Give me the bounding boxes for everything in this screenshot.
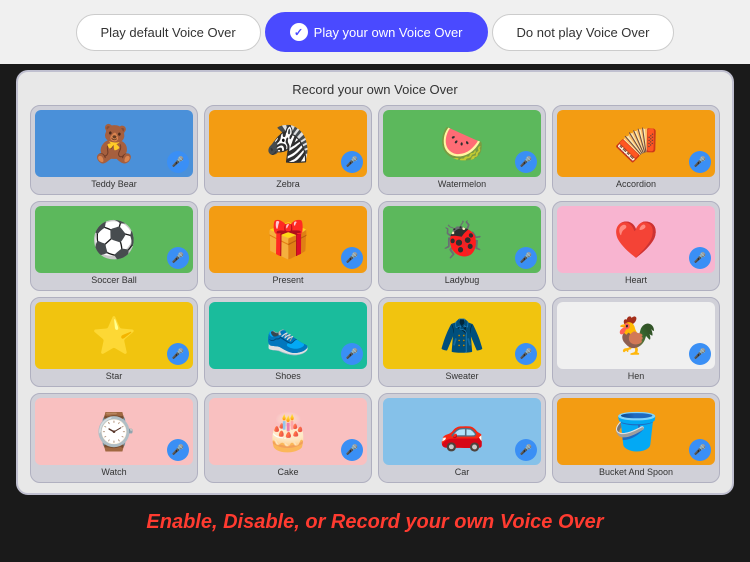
card-image-zebra: 🦓 [209,110,367,177]
mic-button-shoes[interactable] [341,343,363,365]
card-sweater: 🧥 Sweater [378,297,546,387]
card-grid: 🧸 Teddy Bear 🦓 Zebra 🍉 Watermelon 🪗 Accordion ⚽ S… [30,105,720,483]
card-hen: 🐓 Hen [552,297,720,387]
card-label-teddy-bear: Teddy Bear [91,179,137,190]
mic-button-watch[interactable] [167,439,189,461]
card-image-watermelon: 🍉 [383,110,541,177]
mic-button-cake[interactable] [341,439,363,461]
card-label-star: Star [106,371,123,382]
mic-button-watermelon[interactable] [515,151,537,173]
bottom-bar: Enable, Disable, or Record your own Voic… [0,501,750,544]
mic-button-car[interactable] [515,439,537,461]
card-image-shoes: 👟 [209,302,367,369]
card-image-teddy-bear: 🧸 [35,110,193,177]
card-label-watch: Watch [101,467,126,478]
mic-button-ladybug[interactable] [515,247,537,269]
card-present: 🎁 Present [204,201,372,291]
mic-button-bucket[interactable] [689,439,711,461]
mic-button-star[interactable] [167,343,189,365]
top-bar: Play default Voice Over Play your own Vo… [0,0,750,64]
check-icon [290,23,308,41]
card-label-sweater: Sweater [445,371,478,382]
mic-button-heart[interactable] [689,247,711,269]
tab-none[interactable]: Do not play Voice Over [492,14,675,51]
card-bucket: 🪣 Bucket And Spoon [552,393,720,483]
card-label-soccer-ball: Soccer Ball [91,275,137,286]
card-image-soccer-ball: ⚽ [35,206,193,273]
bottom-text: Enable, Disable, or Record your own Voic… [20,511,730,534]
card-car: 🚗 Car [378,393,546,483]
card-accordion: 🪗 Accordion [552,105,720,195]
card-label-present: Present [272,275,303,286]
mic-button-present[interactable] [341,247,363,269]
card-image-watch: ⌚ [35,398,193,465]
card-watermelon: 🍉 Watermelon [378,105,546,195]
card-image-car: 🚗 [383,398,541,465]
card-image-hen: 🐓 [557,302,715,369]
main-content: Record your own Voice Over 🧸 Teddy Bear 🦓 Z… [16,70,734,495]
card-label-heart: Heart [625,275,647,286]
card-label-accordion: Accordion [616,179,656,190]
card-label-car: Car [455,467,470,478]
card-image-sweater: 🧥 [383,302,541,369]
mic-button-teddy-bear[interactable] [167,151,189,173]
card-label-zebra: Zebra [276,179,300,190]
card-label-bucket: Bucket And Spoon [599,467,673,478]
card-image-star: ⭐ [35,302,193,369]
card-label-shoes: Shoes [275,371,301,382]
card-image-accordion: 🪗 [557,110,715,177]
card-image-ladybug: 🐞 [383,206,541,273]
mic-button-soccer-ball[interactable] [167,247,189,269]
card-label-ladybug: Ladybug [445,275,480,286]
card-zebra: 🦓 Zebra [204,105,372,195]
card-label-cake: Cake [277,467,298,478]
mic-button-sweater[interactable] [515,343,537,365]
card-image-bucket: 🪣 [557,398,715,465]
tab-own-label: Play your own Voice Over [314,25,463,40]
card-teddy-bear: 🧸 Teddy Bear [30,105,198,195]
record-title: Record your own Voice Over [30,82,720,97]
card-star: ⭐ Star [30,297,198,387]
mic-button-zebra[interactable] [341,151,363,173]
card-shoes: 👟 Shoes [204,297,372,387]
card-image-heart: ❤️ [557,206,715,273]
card-watch: ⌚ Watch [30,393,198,483]
card-label-hen: Hen [628,371,645,382]
tab-own[interactable]: Play your own Voice Over [265,12,488,52]
card-cake: 🎂 Cake [204,393,372,483]
card-image-present: 🎁 [209,206,367,273]
mic-button-hen[interactable] [689,343,711,365]
card-soccer-ball: ⚽ Soccer Ball [30,201,198,291]
tab-default[interactable]: Play default Voice Over [76,14,261,51]
card-ladybug: 🐞 Ladybug [378,201,546,291]
card-label-watermelon: Watermelon [438,179,486,190]
card-image-cake: 🎂 [209,398,367,465]
card-heart: ❤️ Heart [552,201,720,291]
mic-button-accordion[interactable] [689,151,711,173]
